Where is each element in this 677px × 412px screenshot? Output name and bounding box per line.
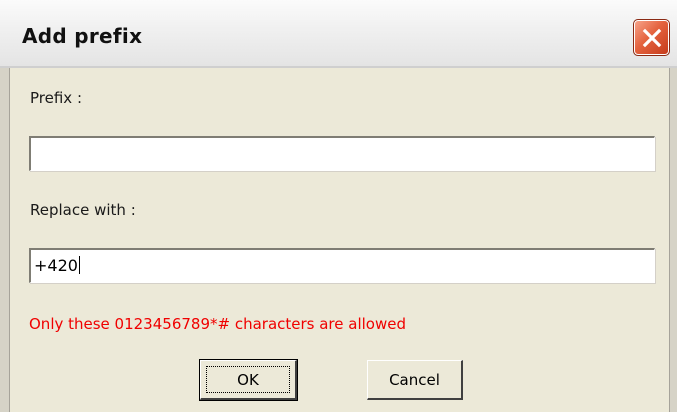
replace-with-label: Replace with : xyxy=(30,201,136,219)
validation-message: Only these 0123456789*# characters are a… xyxy=(29,315,406,333)
window-frame-left xyxy=(0,68,10,412)
window-frame-right xyxy=(669,68,677,412)
ok-button[interactable]: OK xyxy=(199,359,298,401)
close-icon xyxy=(642,28,661,47)
prefix-label: Prefix : xyxy=(30,89,82,107)
add-prefix-dialog: Add prefix Prefix : Replace with : +420 … xyxy=(0,0,677,412)
cancel-button-label: Cancel xyxy=(389,370,440,389)
dialog-title: Add prefix xyxy=(22,24,143,48)
prefix-input[interactable] xyxy=(29,136,655,171)
replace-with-input[interactable]: +420 xyxy=(29,248,655,283)
focus-rectangle xyxy=(206,366,290,393)
title-bar[interactable]: Add prefix xyxy=(0,0,677,68)
text-caret xyxy=(78,256,80,274)
cancel-button[interactable]: Cancel xyxy=(367,360,463,400)
replace-with-input-value: +420 xyxy=(34,256,78,275)
close-button[interactable] xyxy=(633,19,670,56)
